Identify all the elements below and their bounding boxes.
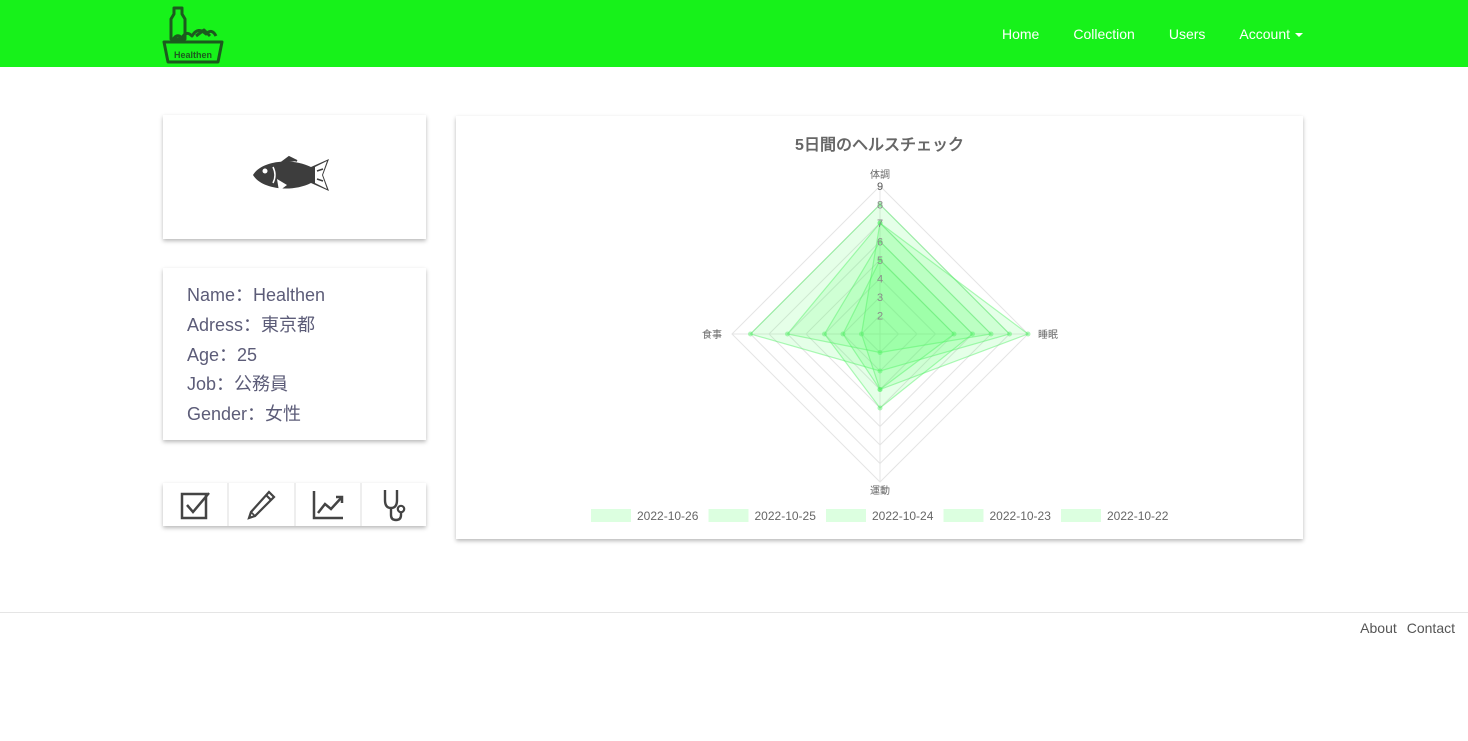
nav-collection-label: Collection (1073, 25, 1135, 42)
profile-job: Job：公務員 (187, 374, 289, 395)
profile-list: Name：Healthen Adress：東京都 Age：25 Job：公務員 … (187, 281, 325, 430)
caret-down-icon (1295, 32, 1303, 37)
radar-data-point (840, 331, 846, 337)
radar-data-point (877, 405, 883, 411)
radar-axis-label: 食事 (702, 328, 722, 341)
legend-swatch (591, 509, 631, 522)
health-record-button[interactable] (362, 483, 426, 526)
pencil-icon (247, 489, 276, 520)
radar-chart: 2 3 4 5 6 7 8 9体調睡眠運動 食事 2022-10-26 2022-10-25 2022… (591, 168, 1169, 523)
fish-icon (253, 155, 329, 191)
radar-tick-label: 3 (877, 292, 883, 304)
radar-axis-label: 体調 (870, 168, 890, 181)
top-navbar: Healthen Home Collection Users Account (0, 0, 1468, 67)
radar-chart-card: 5日間のヘルスチェック 2 3 4 5 6 7 8 9 体調 睡眠 運動 食事 2022-10-26 20… (456, 116, 1303, 539)
radar-tick-label: 5 (877, 255, 883, 267)
radar-tick-label: 8 (877, 200, 883, 212)
radar-axis-label: 運動 (870, 484, 890, 497)
radar-tick-label: 2 (877, 311, 883, 323)
nav-links: Home Collection Users Account (985, 0, 1303, 67)
legend-label: 2022-10-24 (872, 509, 934, 523)
radar-data-point (822, 331, 827, 337)
radar-data-point (877, 387, 883, 392)
footer-divider (0, 612, 1468, 613)
health-check-button[interactable] (163, 483, 230, 526)
profile-address: Adress：東京都 (187, 314, 316, 335)
legend-label: 2022-10-25 (755, 509, 817, 523)
legend-swatch (826, 509, 866, 522)
radar-data-point (785, 331, 790, 337)
footer-contact-link[interactable]: Contact (1407, 620, 1455, 636)
radar-axis-label: 睡眠 (1038, 328, 1058, 341)
nav-account-dropdown[interactable]: Account (1222, 26, 1303, 42)
edit-button[interactable] (229, 483, 296, 526)
footer-links: About Contact (1360, 620, 1455, 636)
radar-tick-label: 4 (877, 274, 883, 286)
legend-label: 2022-10-26 (637, 509, 699, 523)
stethoscope-icon (383, 489, 406, 521)
radar-tick-label: 6 (877, 237, 883, 249)
avatar-card (163, 115, 426, 239)
checkbox-icon (180, 491, 211, 519)
radar-tick-label: 7 (877, 218, 883, 230)
graph-button[interactable] (296, 483, 362, 526)
healthen-logo[interactable]: Healthen (162, 6, 224, 64)
logo-text: Healthen (174, 50, 212, 60)
legend-swatch (708, 509, 749, 522)
profile-gender: Gender：女性 (187, 404, 302, 425)
legend-swatch (943, 509, 984, 522)
profile-age: Age：25 (187, 344, 258, 365)
nav-users-link[interactable]: Users (1152, 26, 1223, 42)
radar-data-point (859, 331, 864, 337)
footer-about-link[interactable]: About (1360, 620, 1397, 636)
nav-home-link[interactable]: Home (985, 26, 1056, 42)
radar-data-point (748, 331, 753, 337)
profile-name: Name：Healthen (187, 285, 326, 305)
radar-series-area (860, 221, 1030, 391)
nav-account-label: Account (1239, 25, 1290, 42)
radar-tick-label: 9 (877, 181, 883, 193)
legend-label: 2022-10-23 (990, 509, 1052, 523)
legend-label: 2022-10-22 (1107, 509, 1169, 523)
action-toolbar (163, 483, 426, 526)
legend-swatch (1061, 509, 1101, 522)
profile-card: Name：Healthen Adress：東京都 Age：25 Job：公務員 … (163, 268, 426, 440)
line-chart-icon (312, 490, 343, 519)
nav-home-label: Home (1002, 25, 1040, 42)
nav-users-label: Users (1168, 25, 1206, 42)
radar-data-point (1025, 331, 1031, 337)
nav-collection-link[interactable]: Collection (1056, 26, 1151, 42)
